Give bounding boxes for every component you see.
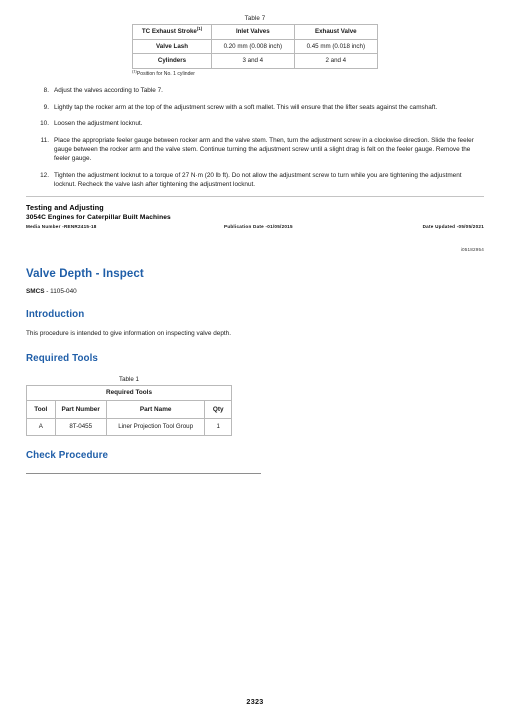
table1-col-tool: Tool [26,400,56,419]
table-row: TC Exhaust Stroke(1) Inlet Valves Exhaus… [132,24,379,40]
smcs-line: SMCS - 1105-040 [26,288,484,295]
document-footer: Testing and Adjusting 3054C Engines for … [26,203,484,229]
table1-col-part-name: Part Name [105,400,206,419]
table1-required-tools: Required Tools Tool Part Number Part Nam… [26,384,232,437]
table7-row0-inlet: 0.20 mm (0.008 inch) [211,38,295,54]
table7-caption: Table 7 [244,15,266,22]
step-number: 9. [43,103,49,111]
table7-row0-exhaust: 0.45 mm (0.018 inch) [293,38,379,54]
list-item: 9. Lightly tap the rocker arm at the top… [26,103,484,112]
table7-section: Table 7 TC Exhaust Stroke(1) Inlet Valve… [26,0,484,77]
step-number: 12. [40,171,49,179]
step-number: 11. [40,136,49,144]
step-number: 10. [40,120,49,128]
required-tools-heading: Required Tools [26,352,98,364]
table1-caption: Table 1 [119,375,139,383]
table7-header-stroke-label: TC Exhaust Stroke [141,28,197,36]
step-text: Place the appropriate feeler gauge betwe… [54,136,474,162]
step-number: 8. [43,87,49,94]
step-text: Tighten the adjustment locknut to a torq… [54,171,462,188]
step-text: Loosen the adjustment locknut. [54,120,143,128]
table-row: Tool Part Number Part Name Qty [26,400,232,419]
page-number: 2323 [246,697,264,706]
table7-header-exhaust: Exhaust Valve [293,24,379,40]
table7-footnote-text: Position for No. 1 cylinder [136,71,195,77]
footer-divider [26,196,484,198]
footer-publication-date: Publication Date -01/05/2015 [224,223,293,229]
procedure-step-list: 8. Adjust the valves according to Table … [26,86,484,189]
smcs-label: SMCS [26,287,45,295]
table-row: A 8T-0455 Liner Projection Tool Group 1 [26,417,232,437]
list-item: 8. Adjust the valves according to Table … [26,86,484,95]
table1-col-part-number: Part Number [54,400,107,419]
table1-col-qty: Qty [204,400,232,419]
table7-header-footnote-marker: (1) [196,26,203,32]
table-row: Cylinders 3 and 4 2 and 4 [132,53,379,69]
table1-row0-qty: 1 [204,417,232,437]
page-title: Valve Depth - Inspect [26,267,144,280]
table1-row0-part-name: Liner Projection Tool Group [105,417,206,437]
table7-row1-exhaust: 2 and 4 [293,53,379,69]
table7-header-stroke: TC Exhaust Stroke(1) [132,24,212,40]
document-page: Table 7 TC Exhaust Stroke(1) Inlet Valve… [0,0,510,722]
check-procedure-heading: Check Procedure [26,450,109,462]
table-row: Required Tools [26,384,232,402]
check-procedure-divider [26,473,261,475]
table1-title: Required Tools [26,384,232,402]
list-item: 11. Place the appropriate feeler gauge b… [26,136,484,163]
step-text: Adjust the valves according to Table 7. [54,87,163,94]
footer-meta-row: Media Number -RENR2415-18 Publication Da… [26,224,484,229]
introduction-heading: Introduction [26,308,85,320]
footer-media-number: Media Number -RENR2415-18 [26,223,97,229]
table7: TC Exhaust Stroke(1) Inlet Valves Exhaus… [132,24,379,69]
table1-row0-tool: A [26,417,56,437]
step-text: Lightly tap the rocker arm at the top of… [54,103,438,111]
table7-row1-inlet: 3 and 4 [211,53,295,69]
introduction-text: This procedure is intended to give infor… [26,329,231,337]
table7-header-inlet: Inlet Valves [211,24,295,40]
footer-date-updated: Date Updated -05/05/2021 [422,223,484,229]
list-item: 12. Tighten the adjustment locknut to a … [26,171,484,189]
table1-section: Table 1 Required Tools Tool Part Number … [26,375,484,437]
table7-footnote: (1)Position for No. 1 cylinder [132,69,378,77]
table7-row0-label: Valve Lash [132,38,212,54]
footer-manual-subtitle: 3054C Engines for Caterpillar Built Mach… [26,213,171,221]
smcs-value: - 1105-040 [46,287,77,295]
table7-row1-label: Cylinders [132,53,212,69]
list-item: 10. Loosen the adjustment locknut. [26,119,484,128]
footer-manual-title: Testing and Adjusting [26,203,104,213]
document-id-code: i05182954 [460,246,484,252]
table-row: Valve Lash 0.20 mm (0.008 inch) 0.45 mm … [132,38,379,54]
table1-row0-part-number: 8T-0455 [54,417,107,437]
